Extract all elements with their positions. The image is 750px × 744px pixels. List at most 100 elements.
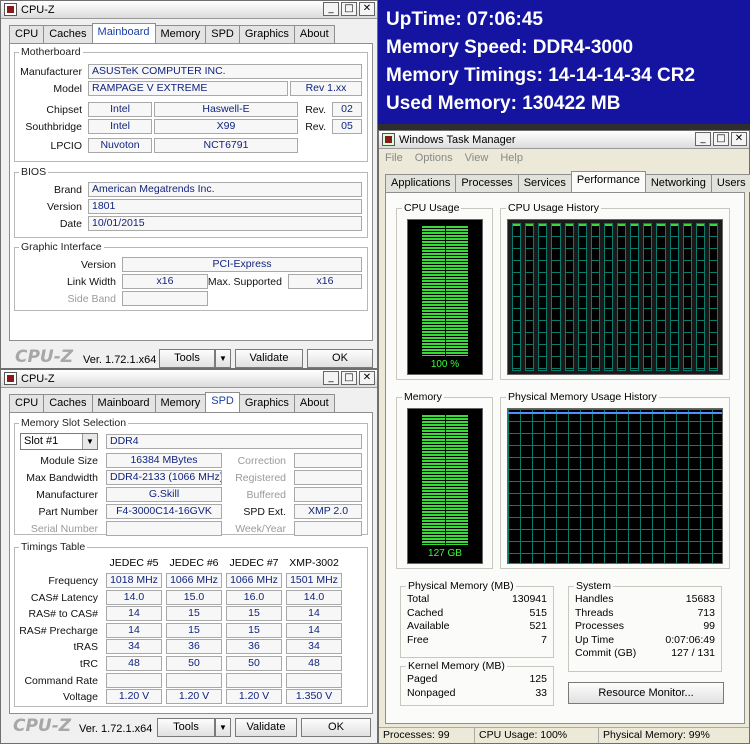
tab-about[interactable]: About [293,394,335,412]
menu-view[interactable]: View [465,152,489,164]
tab-memory[interactable]: Memory [154,25,207,43]
ok-button[interactable]: OK [307,349,373,368]
menu-options[interactable]: Options [415,152,453,164]
ok-button[interactable]: OK [301,718,371,737]
stat-value: 125 [529,673,547,685]
maximize-button[interactable]: □ [713,132,729,146]
maximize-button[interactable]: □ [341,371,357,385]
uptime-text: UpTime: 07:06:45 [386,9,543,30]
validate-button[interactable]: Validate [235,349,303,368]
max-supported-label: Max. Supported [207,276,282,288]
tab-spd[interactable]: SPD [205,25,240,43]
tab-cpu[interactable]: CPU [9,25,45,43]
group-title: Memory Slot Selection [19,417,129,429]
stat-label: Up Time [575,633,615,646]
tab-graphics[interactable]: Graphics [238,394,295,412]
tools-button[interactable]: Tools [157,718,215,737]
timings-column-header: JEDEC #5 [109,557,159,569]
tab-cpu[interactable]: CPU [9,394,45,412]
tab-processes[interactable]: Processes [455,174,519,192]
timings-column-header: JEDEC #6 [169,557,219,569]
title-bar[interactable]: Windows Task Manager _ □ ✕ [379,131,749,149]
minimize-button[interactable]: _ [323,2,339,16]
timings-row-label: tRC [79,658,98,670]
cpuz-app-icon [4,372,17,385]
cpu-core-history [564,223,574,371]
timings-row-label: Frequency [48,575,98,587]
stat-row: Commit (GB) 127 / 131 [575,647,715,659]
timings-cell: 1.350 V [286,689,342,705]
cpu-core-history [525,223,535,371]
stat-label: Available [407,620,450,633]
tab-spd[interactable]: SPD [205,392,240,412]
menu-help[interactable]: Help [500,152,523,164]
memory-group: Memory 127 GB [396,391,493,569]
tools-button[interactable]: Tools [159,349,215,368]
system-group: System Handles 15683 Threads 713 Process… [568,580,722,672]
cpu-core-history [512,223,522,371]
task-manager-icon [382,133,395,146]
cpuz-window-mainboard: CPU-Z _ □ ✕ CPU Caches Mainboard Memory … [0,0,378,369]
slot-select[interactable]: Slot #1 ▼ [20,433,98,450]
memory-usage-value: 127 GB [428,548,462,559]
version-text: Ver. 1.72.1.x64 [83,354,157,366]
close-button[interactable]: ✕ [359,371,375,385]
timings-column-header: XMP-3002 [289,557,339,569]
memory-usage-bar [422,415,468,545]
module-size-value: 16384 MBytes [106,453,222,468]
minimize-button[interactable]: _ [323,371,339,385]
resource-monitor-button[interactable]: Resource Monitor... [568,682,724,704]
cpu-history-line [683,224,691,226]
max-bandwidth-value: DDR4-2133 (1066 MHz) [106,470,222,485]
tab-users[interactable]: Users [710,174,750,192]
timings-cell: 15 [226,622,282,638]
title-bar[interactable]: CPU-Z _ □ ✕ [1,1,377,19]
tab-mainboard[interactable]: Mainboard [91,23,156,43]
version-text: Ver. 1.72.1.x64 [79,723,153,735]
cpu-history-line [604,224,612,226]
stat-label: Cached [407,606,444,619]
timings-cell: 36 [166,639,222,655]
chipset-label: Chipset [46,104,82,116]
minimize-button[interactable]: _ [695,132,711,146]
cpu-usage-group: CPU Usage 100 % [396,202,493,380]
tab-networking[interactable]: Networking [644,174,712,192]
menu-file[interactable]: File [385,152,403,164]
tab-applications[interactable]: Applications [385,174,457,192]
stat-label: Nonpaged [407,686,456,699]
tab-about[interactable]: About [293,25,335,43]
tab-memory[interactable]: Memory [154,394,207,412]
buffered-label: Buffered [246,489,286,501]
tools-dropdown[interactable]: ▼ [215,718,231,737]
mainboard-panel: Motherboard Manufacturer ASUSTeK COMPUTE… [9,43,373,341]
close-button[interactable]: ✕ [731,132,747,146]
chipset-rev: 02 [332,102,362,117]
manufacturer-label: Manufacturer [20,66,82,78]
tab-performance[interactable]: Performance [570,171,646,192]
tab-mainboard[interactable]: Mainboard [91,394,156,412]
timings-cell [106,672,162,688]
cpu-core-history [682,223,692,371]
cpu-history-line [709,224,717,226]
stat-label: Commit (GB) [575,647,637,660]
cpuz-logo: CPU-Z [13,716,72,736]
tab-caches[interactable]: Caches [43,394,93,412]
title-bar[interactable]: CPU-Z _ □ ✕ [1,370,377,388]
cpu-history-line [565,224,573,226]
close-button[interactable]: ✕ [359,2,375,16]
tools-dropdown[interactable]: ▼ [215,349,231,368]
cpu-history-line [552,224,560,226]
tab-graphics[interactable]: Graphics [238,25,295,43]
tab-caches[interactable]: Caches [43,25,93,43]
chevron-down-icon: ▼ [82,434,97,449]
validate-button[interactable]: Validate [235,718,297,737]
chipset-name: Haswell-E [154,102,298,117]
maximize-button[interactable]: □ [341,2,357,16]
stat-value: 7 [541,633,547,646]
window-title: CPU-Z [21,3,55,16]
tab-services[interactable]: Services [517,174,572,192]
cpu-history-line [657,224,665,226]
timings-column-header: JEDEC #7 [229,557,279,569]
memory-type-value: DDR4 [106,434,362,449]
group-title: Motherboard [19,46,83,58]
